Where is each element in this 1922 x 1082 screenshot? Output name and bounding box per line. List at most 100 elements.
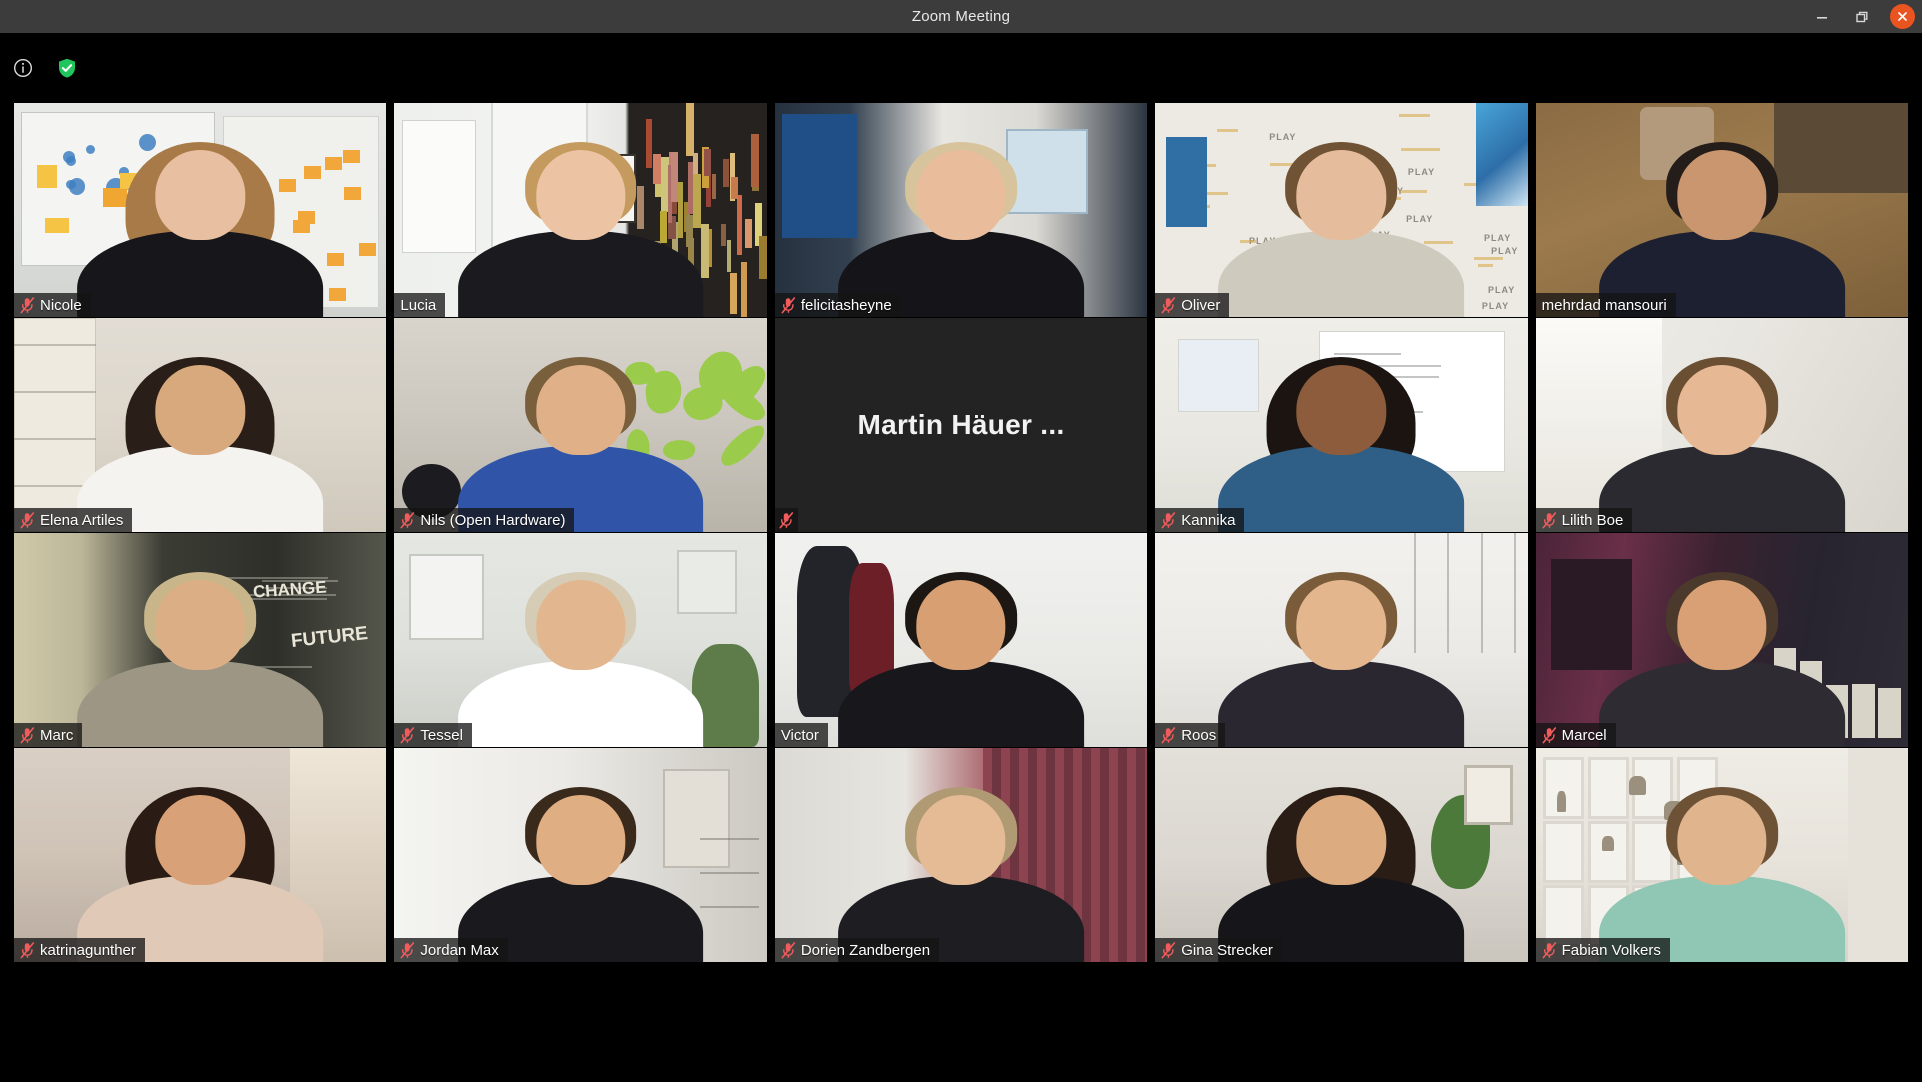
mic-muted-icon (1542, 511, 1556, 528)
participant-video (774, 103, 1148, 317)
participant-tile[interactable]: PLAYPLAYPLAYPLAYPLAYPLAYPLAYPLAYPLAYPLAY… (1155, 103, 1528, 317)
mic-muted-icon (1161, 511, 1176, 528)
participant-silhouette (1155, 318, 1527, 532)
participant-video (1155, 748, 1528, 962)
participant-video (14, 318, 387, 532)
mic-muted-icon (1161, 296, 1176, 313)
mic-muted-icon (400, 941, 415, 958)
participant-nameplate: Oliver (1155, 293, 1230, 317)
mic-muted-icon (781, 296, 795, 313)
participant-nameplate: Marcel (1535, 723, 1616, 747)
participant-tile[interactable]: felicitasheyne (774, 103, 1148, 317)
window-controls (1802, 0, 1922, 33)
participant-silhouette (1536, 318, 1908, 532)
participant-name-label: Nicole (40, 296, 82, 314)
participant-silhouette (394, 103, 766, 317)
participant-nameplate: felicitasheyne (774, 293, 901, 317)
shield-check-icon (59, 58, 75, 78)
participant-silhouette (394, 318, 766, 532)
participant-silhouette (1155, 103, 1527, 317)
participant-name-label: felicitasheyne (800, 296, 892, 314)
participant-silhouette (775, 748, 1147, 962)
minimize-button[interactable] (1802, 0, 1842, 33)
participant-silhouette (775, 103, 1147, 317)
participant-tile[interactable]: Tessel (394, 533, 767, 747)
participant-video: Martin Häuer ... (774, 318, 1148, 532)
minimize-icon (1817, 16, 1827, 19)
participant-name-label: katrinagunther (40, 941, 136, 959)
participant-name-label: Victor (780, 726, 819, 744)
participant-tile[interactable]: Dorien Zandbergen (774, 748, 1148, 962)
participant-nameplate: Lucia (394, 293, 446, 317)
participant-name-label: Kannika (1181, 511, 1236, 529)
participant-tile[interactable]: Kannika (1155, 318, 1528, 532)
participant-video (394, 103, 767, 317)
participant-tile[interactable]: Victor (774, 533, 1148, 747)
participant-tile[interactable]: Lucia (394, 103, 767, 317)
participant-video (1535, 748, 1909, 962)
participant-silhouette (14, 533, 386, 747)
participant-name-label: Marcel (1561, 726, 1607, 744)
video-off-placeholder: Martin Häuer ... (774, 318, 1148, 532)
participant-tile[interactable]: Roos (1155, 533, 1528, 747)
participant-silhouette (775, 533, 1147, 747)
participant-nameplate: katrinagunther (14, 938, 145, 962)
gallery-view-grid: Nicole Lucia felicitasheyne PLAY PLAY PLAY PLA… (0, 103, 1922, 993)
mic-muted-icon (20, 941, 35, 958)
participant-nameplate: Gina Strecker (1155, 938, 1282, 962)
gallery-row: katrinagunther Jordan Max Dorien Zandberge… (14, 748, 1909, 962)
info-icon (13, 58, 33, 78)
participant-tile[interactable]: Jordan Max (394, 748, 767, 962)
participant-tile[interactable]: Nils (Open Hardware) (394, 318, 767, 532)
meeting-info-button[interactable] (10, 55, 36, 81)
participant-name-label: Dorien Zandbergen (800, 941, 931, 959)
participant-name-label: Tessel (420, 726, 463, 744)
gallery-row: Elena Artiles Nils (Open Hardware) Martin … (14, 318, 1909, 532)
video-off-participant-name: Martin Häuer ... (857, 409, 1065, 440)
participant-name-label: Lilith Boe (1561, 511, 1624, 529)
participant-tile[interactable]: katrinagunther (14, 748, 387, 962)
participant-video (1535, 533, 1909, 747)
participant-video (1535, 103, 1909, 317)
participant-tile[interactable]: Nicole (14, 103, 387, 317)
mic-muted-icon (1161, 941, 1176, 958)
participant-video (394, 318, 767, 532)
participant-name-label: Jordan Max (420, 941, 499, 959)
maximize-button[interactable] (1842, 0, 1882, 33)
participant-tile[interactable]: Elena Artiles (14, 318, 387, 532)
close-button-circle (1889, 4, 1915, 29)
mic-muted-icon (1542, 941, 1556, 958)
participant-nameplate: Jordan Max (394, 938, 508, 962)
participant-video (1155, 533, 1528, 747)
participant-tile[interactable]: CHANGE FUTURE Marc (14, 533, 387, 747)
participant-tile[interactable]: Marcel (1535, 533, 1909, 747)
participant-silhouette (394, 748, 766, 962)
participant-nameplate: Elena Artiles (14, 508, 133, 532)
encryption-status-button[interactable] (54, 55, 80, 81)
participant-nameplate: Victor (774, 723, 828, 747)
participant-video (14, 748, 387, 962)
participant-video: CHANGE FUTURE (14, 533, 387, 747)
participant-tile[interactable]: Fabian Volkers (1535, 748, 1909, 962)
close-button[interactable] (1882, 0, 1922, 33)
participant-tile[interactable]: Gina Strecker (1155, 748, 1528, 962)
participant-silhouette (14, 318, 386, 532)
participant-video (394, 533, 767, 747)
mic-muted-icon (400, 511, 415, 528)
participant-video (774, 748, 1148, 962)
participant-tile[interactable]: Martin Häuer ... (774, 318, 1148, 532)
participant-name-label: Fabian Volkers (1561, 941, 1661, 959)
participant-name-label: Oliver (1181, 296, 1221, 314)
participant-silhouette (1536, 533, 1908, 747)
participant-silhouette (1155, 748, 1527, 962)
participant-video (1155, 318, 1528, 532)
mic-muted-icon (20, 296, 35, 313)
participant-silhouette (14, 748, 386, 962)
participant-silhouette (14, 103, 386, 317)
participant-tile[interactable]: Lilith Boe (1535, 318, 1909, 532)
participant-video (394, 748, 767, 962)
participant-name-label: Roos (1181, 726, 1217, 744)
participant-tile[interactable]: mehrdad mansouri (1535, 103, 1909, 317)
participant-name-label: Marc (40, 726, 74, 744)
participant-nameplate: Nicole (14, 293, 91, 317)
